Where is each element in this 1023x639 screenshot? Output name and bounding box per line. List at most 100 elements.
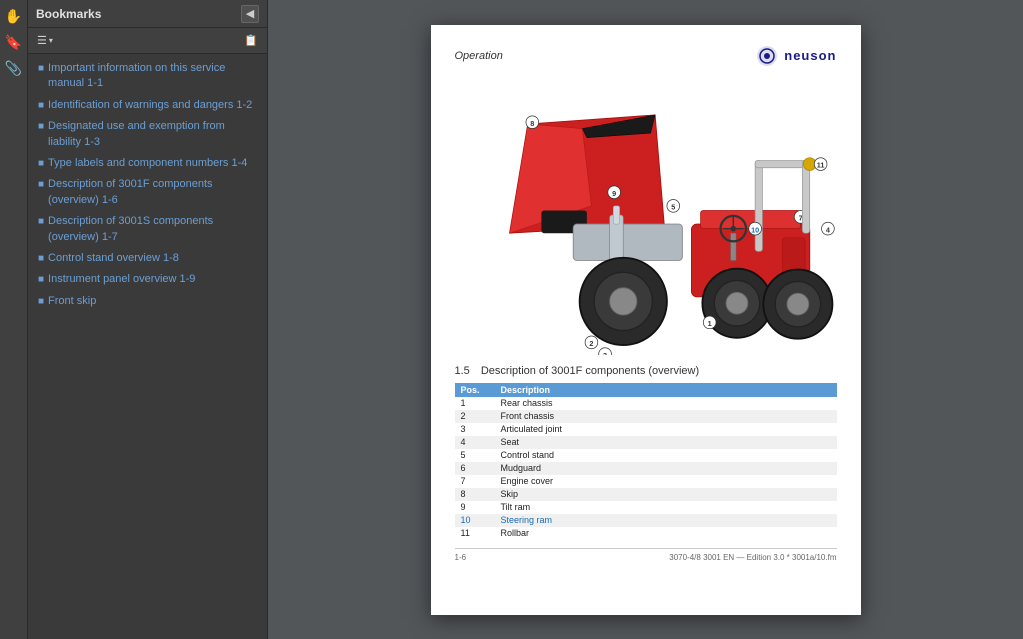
bookmark-icon: ■ (38, 158, 44, 169)
table-row: 2Front chassis (455, 410, 837, 423)
bookmark-panel-icon[interactable]: 🔖 (2, 30, 26, 54)
svg-text:4: 4 (825, 225, 829, 234)
desc-cell: Front chassis (495, 410, 837, 423)
sidebar-bookmark-list[interactable]: ■ Important information on this service … (28, 54, 267, 639)
list-item[interactable]: ■ Description of 3001S components (overv… (28, 211, 267, 248)
list-item[interactable]: ■ Important information on this service … (28, 58, 267, 95)
pos-cell: 9 (455, 501, 495, 514)
page-number: 1-6 (455, 553, 467, 562)
bookmark-icon: ■ (38, 216, 44, 227)
list-item[interactable]: ■ Instrument panel overview 1-9 (28, 269, 267, 290)
bookmark-icon: ■ (38, 253, 44, 264)
left-toolbar: ✋ 🔖 📎 (0, 0, 28, 639)
pdf-footer: 1-6 3070-4/8 3001 EN — Edition 3.0 * 300… (455, 548, 837, 562)
table-row: 1Rear chassis (455, 397, 837, 410)
sidebar-toolbar: ☰ ▾ 📋 (28, 28, 267, 54)
pos-cell: 7 (455, 475, 495, 488)
neuson-logo-icon (756, 45, 778, 67)
table-row: 8Skip (455, 488, 837, 501)
bookmark-label: Control stand overview 1-8 (48, 251, 179, 266)
bookmark-icon: ■ (38, 100, 44, 111)
pos-cell: 1 (455, 397, 495, 410)
bookmark-label: Instrument panel overview 1-9 (48, 272, 195, 287)
sidebar-action-button[interactable]: 📋 (241, 33, 261, 48)
section-title: Description of 3001F components (overvie… (481, 365, 699, 377)
svg-text:5: 5 (671, 202, 675, 211)
pos-cell: 6 (455, 462, 495, 475)
list-item[interactable]: ■ Front skip (28, 291, 267, 312)
components-table: Pos. Description 1Rear chassis2Front cha… (455, 383, 837, 540)
bookmark-icon: ■ (38, 179, 44, 190)
list-item[interactable]: ■ Type labels and component numbers 1-4 (28, 153, 267, 174)
svg-text:2: 2 (589, 338, 593, 347)
desc-cell: Control stand (495, 449, 837, 462)
desc-cell: Rollbar (495, 527, 837, 540)
sidebar-collapse-button[interactable]: ◀ (241, 5, 259, 23)
col-desc-header: Description (495, 383, 837, 397)
section-number: 1.5 (455, 365, 470, 377)
doc-reference: 3070-4/8 3001 EN — Edition 3.0 * 3001a/1… (669, 553, 836, 562)
brand-area: neuson (756, 45, 836, 67)
bookmark-icon: ■ (38, 274, 44, 285)
brand-name: neuson (784, 48, 836, 63)
pos-cell: 11 (455, 527, 495, 540)
desc-cell: Seat (495, 436, 837, 449)
main-content: Operation neuson (268, 0, 1023, 639)
action-icon: 📋 (244, 34, 258, 47)
svg-text:10: 10 (751, 225, 759, 234)
bookmark-label: Important information on this service ma… (48, 61, 259, 92)
sidebar-title: Bookmarks (36, 7, 101, 21)
svg-text:8: 8 (530, 118, 534, 127)
bookmark-icon: ■ (38, 296, 44, 307)
section-label: Operation (455, 50, 503, 62)
table-row: 7Engine cover (455, 475, 837, 488)
table-row: 4Seat (455, 436, 837, 449)
table-row: 5Control stand (455, 449, 837, 462)
bookmark-icon: ■ (38, 121, 44, 132)
svg-text:3: 3 (603, 350, 607, 354)
desc-cell: Skip (495, 488, 837, 501)
list-item[interactable]: ■ Designated use and exemption from liab… (28, 116, 267, 153)
desc-cell: Engine cover (495, 475, 837, 488)
svg-text:7: 7 (798, 213, 802, 222)
svg-text:11: 11 (816, 160, 824, 169)
bookmark-label: Designated use and exemption from liabil… (48, 119, 259, 150)
sidebar-header: Bookmarks ◀ (28, 0, 267, 28)
desc-cell: Steering ram (495, 514, 837, 527)
pdf-header: Operation neuson (455, 45, 837, 67)
section-heading: 1.5 Description of 3001F components (ove… (455, 365, 837, 377)
paperclip-icon[interactable]: 📎 (2, 56, 26, 80)
list-item[interactable]: ■ Control stand overview 1-8 (28, 248, 267, 269)
sidebar: Bookmarks ◀ ☰ ▾ 📋 ■ Important informatio… (28, 0, 268, 639)
svg-text:1: 1 (707, 318, 711, 327)
table-row: 11Rollbar (455, 527, 837, 540)
bookmark-label: Description of 3001S components (overvie… (48, 214, 259, 245)
bookmark-icon: ■ (38, 63, 44, 74)
bookmark-label: Type labels and component numbers 1-4 (48, 156, 247, 171)
pos-cell: 8 (455, 488, 495, 501)
machine-illustration: 8 9 5 (455, 75, 837, 355)
hand-icon[interactable]: ✋ (2, 4, 26, 28)
pdf-page: Operation neuson (431, 25, 861, 615)
bookmark-label: Description of 3001F components (overvie… (48, 177, 259, 208)
list-item[interactable]: ■ Description of 3001F components (overv… (28, 174, 267, 211)
menu-dropdown-icon: ▾ (49, 36, 53, 45)
col-pos-header: Pos. (455, 383, 495, 397)
table-row: 9Tilt ram (455, 501, 837, 514)
svg-text:9: 9 (612, 188, 616, 197)
bookmark-label: Identification of warnings and dangers 1… (48, 98, 252, 113)
bookmark-label: Front skip (48, 294, 96, 309)
pos-cell: 3 (455, 423, 495, 436)
table-row: 6Mudguard (455, 462, 837, 475)
desc-cell: Rear chassis (495, 397, 837, 410)
menu-icon: ☰ (37, 34, 47, 47)
pos-cell: 4 (455, 436, 495, 449)
list-item[interactable]: ■ Identification of warnings and dangers… (28, 95, 267, 116)
pos-cell: 10 (455, 514, 495, 527)
pos-cell: 2 (455, 410, 495, 423)
sidebar-menu-button[interactable]: ☰ ▾ (34, 33, 56, 48)
pos-cell: 5 (455, 449, 495, 462)
desc-cell: Articulated joint (495, 423, 837, 436)
table-row: 10Steering ram (455, 514, 837, 527)
desc-cell: Tilt ram (495, 501, 837, 514)
